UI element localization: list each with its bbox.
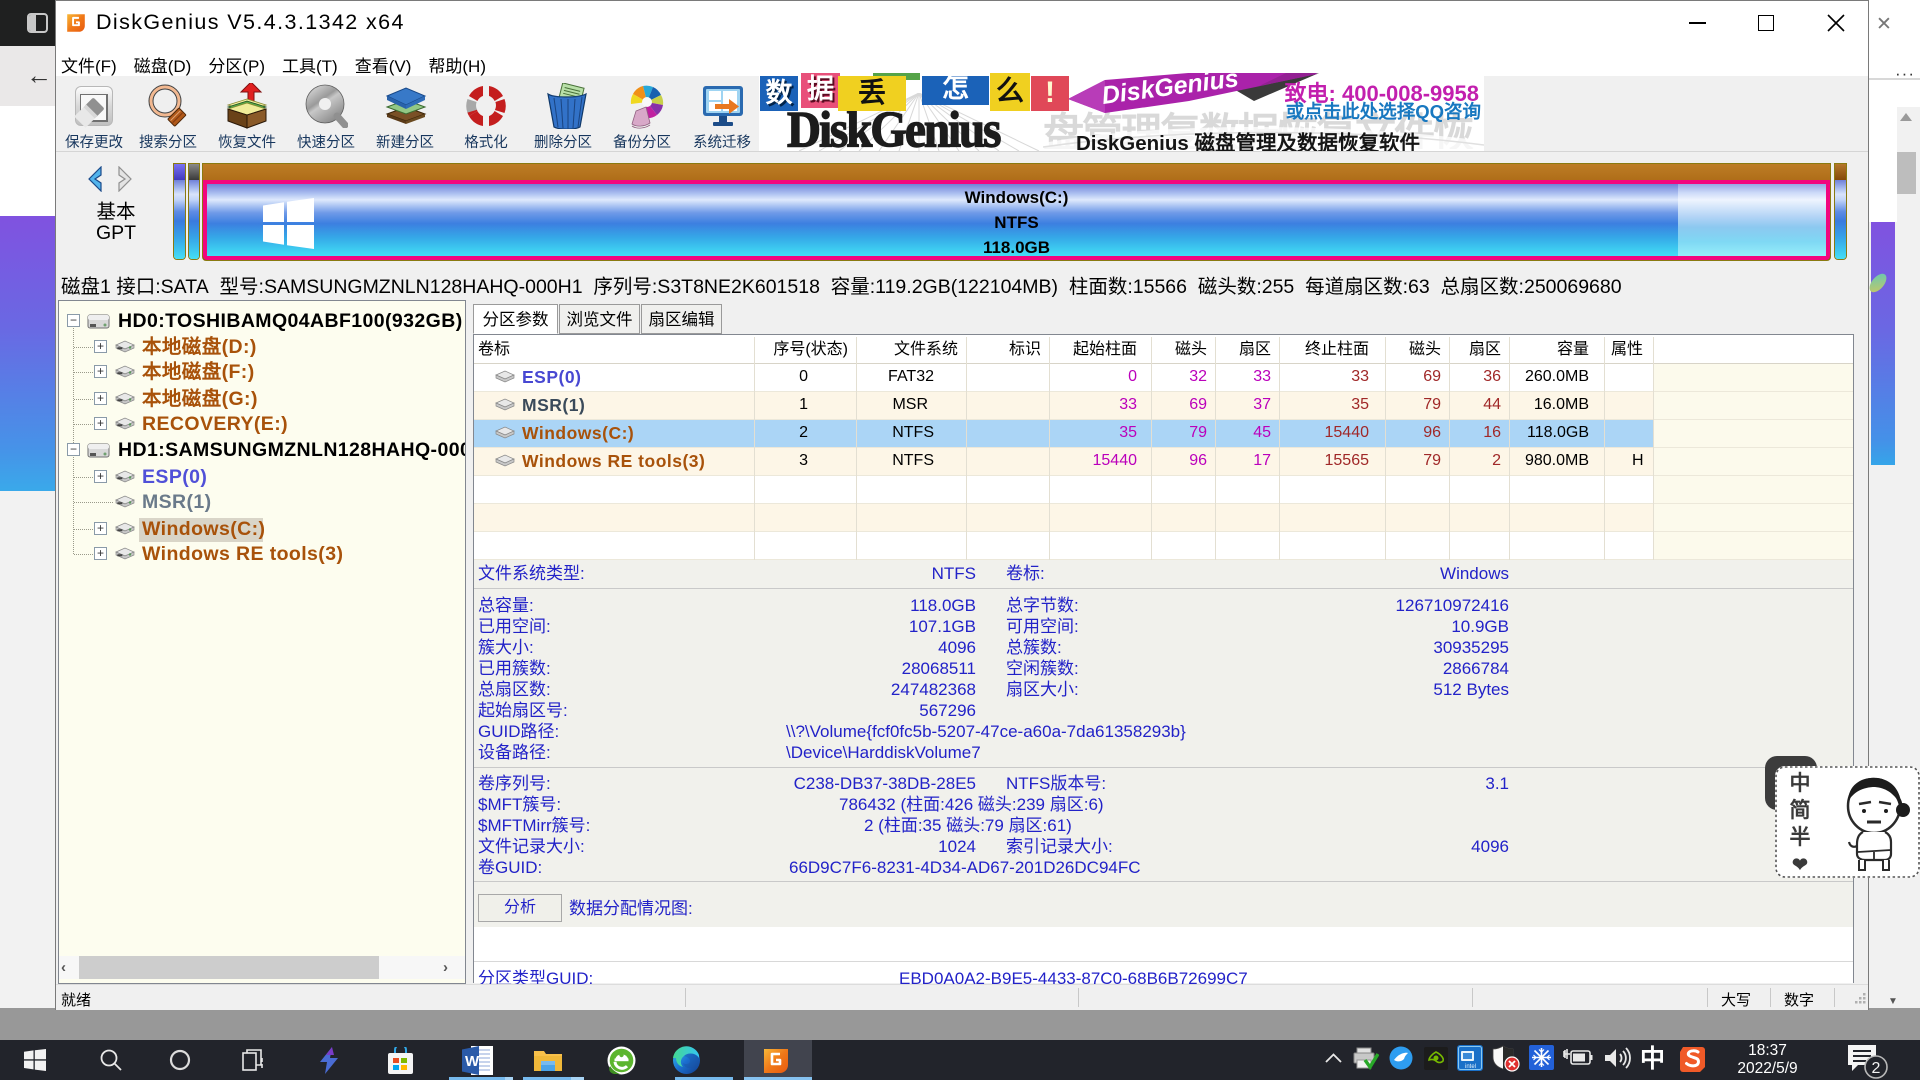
svg-text:2: 2 xyxy=(1872,1060,1881,1077)
svg-text:W: W xyxy=(465,1053,480,1070)
svg-text:intel: intel xyxy=(1465,1064,1476,1070)
